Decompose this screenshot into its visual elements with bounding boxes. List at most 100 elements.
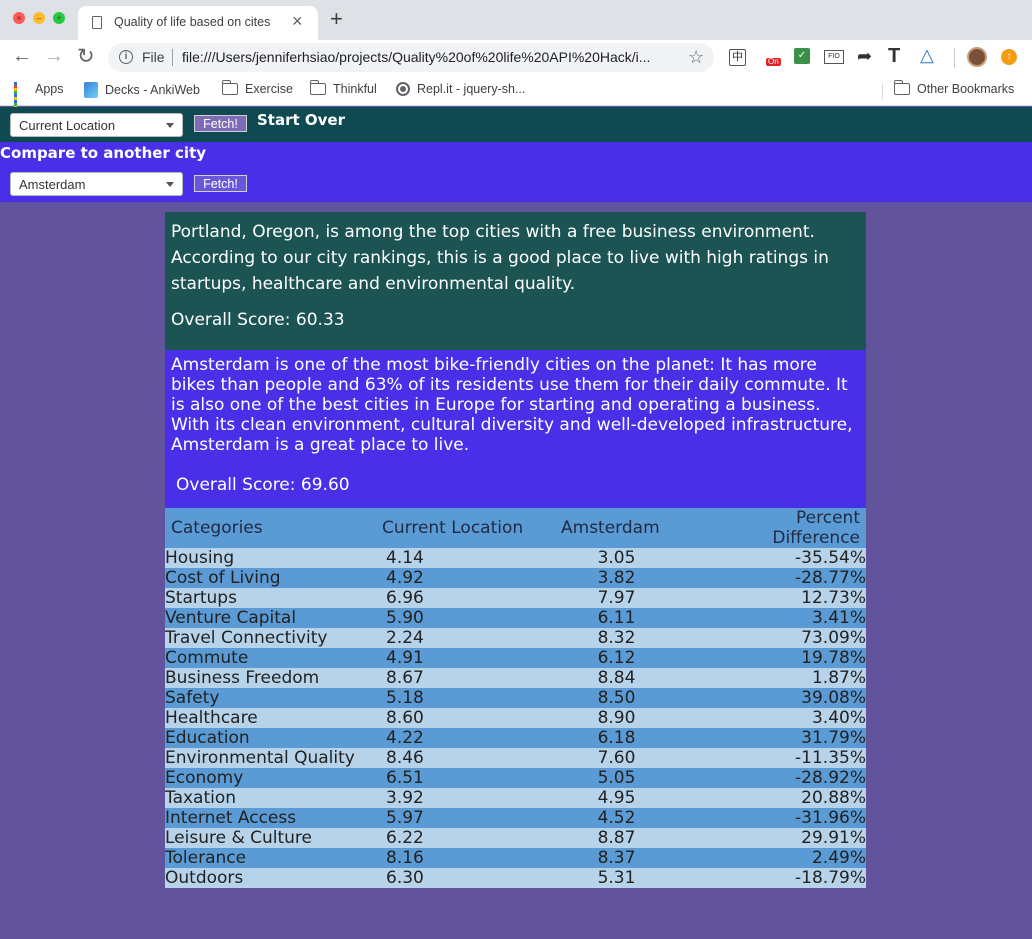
compare-value-cell: 6.11 (557, 608, 702, 628)
start-over-link[interactable]: Start Over (257, 111, 345, 129)
percent-diff-cell: 1.87% (702, 668, 866, 688)
bookmark-label: Exercise (245, 82, 293, 96)
current-value-cell: 4.14 (377, 548, 557, 568)
bookmarks-divider (882, 83, 883, 100)
current-value-cell: 3.92 (377, 788, 557, 808)
fetch-button[interactable]: Fetch! (194, 115, 247, 132)
bookmark-other[interactable]: Other Bookmarks (894, 80, 1014, 96)
current-value-cell: 6.96 (377, 588, 557, 608)
compare-fetch-button[interactable]: Fetch! (194, 175, 247, 192)
compare-select-value: Amsterdam (19, 177, 86, 192)
category-cell: Cost of Living (165, 568, 377, 588)
category-cell: Safety (165, 688, 377, 708)
new-tab-button[interactable]: + (330, 8, 343, 30)
compare-city-card: Amsterdam is one of the most bike-friend… (165, 350, 866, 508)
percent-diff-cell: 19.78% (702, 648, 866, 668)
window-close-button[interactable]: × (13, 12, 25, 24)
compare-city-score: Overall Score: 69.60 (176, 475, 350, 495)
table-row: Education 4.22 6.18 31.79% (165, 728, 866, 748)
toggle-extension-icon[interactable]: On (763, 50, 783, 68)
url-text[interactable]: file:///Users/jenniferhsiao/projects/Qua… (182, 49, 678, 65)
window-maximize-button[interactable]: + (53, 12, 65, 24)
table-row: Cost of Living 4.92 3.82 -28.77% (165, 568, 866, 588)
current-value-cell: 2.24 (377, 628, 557, 648)
browser-toolbar: ← → ↻ i File file:///Users/jenniferhsiao… (0, 40, 1032, 76)
bookmark-exercise[interactable]: Exercise (222, 80, 293, 96)
percent-diff-cell: 12.73% (702, 588, 866, 608)
category-cell: Education (165, 728, 377, 748)
profile-avatar[interactable] (967, 47, 987, 67)
compare-city-summary: Amsterdam is one of the most bike-friend… (171, 355, 853, 455)
current-value-cell: 6.51 (377, 768, 557, 788)
window-minimize-button[interactable]: – (33, 12, 45, 24)
forward-arrow-icon[interactable]: → (44, 46, 64, 66)
replit-icon (396, 82, 410, 96)
info-icon[interactable]: i (119, 50, 133, 64)
table-row: Safety 5.18 8.50 39.08% (165, 688, 866, 708)
table-row: Housing 4.14 3.05 -35.54% (165, 548, 866, 568)
percent-diff-cell: 31.79% (702, 728, 866, 748)
category-cell: Outdoors (165, 868, 377, 888)
table-row: Environmental Quality 8.46 7.60 -11.35% (165, 748, 866, 768)
update-icon[interactable]: ↑ (1001, 49, 1017, 65)
current-value-cell: 8.16 (377, 848, 557, 868)
evernote-extension-icon[interactable]: ✓ (794, 48, 810, 64)
table-row: Healthcare 8.60 8.90 3.40% (165, 708, 866, 728)
table-header-row: Categories Current Location Amsterdam Pe… (165, 508, 866, 548)
percent-diff-cell: 39.08% (702, 688, 866, 708)
current-value-cell: 6.30 (377, 868, 557, 888)
current-value-cell: 8.67 (377, 668, 557, 688)
table-row: Outdoors 6.30 5.31 -18.79% (165, 868, 866, 888)
reload-icon[interactable]: ↻ (77, 46, 95, 67)
category-cell: Business Freedom (165, 668, 377, 688)
percent-diff-cell: -31.96% (702, 808, 866, 828)
tab-close-icon[interactable]: × (292, 12, 303, 30)
bookmark-ankiweb[interactable]: Decks - AnkiWeb (84, 82, 200, 98)
category-cell: Environmental Quality (165, 748, 377, 768)
current-value-cell: 4.92 (377, 568, 557, 588)
compare-label: Compare to another city (0, 144, 207, 162)
city-select[interactable]: Current Location (10, 113, 183, 137)
apps-grid-icon (14, 82, 28, 109)
category-cell: Startups (165, 588, 377, 608)
compare-value-cell: 8.87 (557, 828, 702, 848)
bookmark-apps[interactable]: Apps (14, 82, 64, 109)
toolbar-divider (954, 48, 955, 68)
table-row: Startups 6.96 7.97 12.73% (165, 588, 866, 608)
current-value-cell: 5.90 (377, 608, 557, 628)
bookmark-star-icon[interactable]: ☆ (688, 47, 704, 68)
folder-icon (894, 80, 910, 95)
share-arrow-icon[interactable]: ➦ (857, 47, 872, 65)
bookmark-thinkful[interactable]: Thinkful (310, 80, 377, 96)
category-cell: Venture Capital (165, 608, 377, 628)
bookmark-label: Decks - AnkiWeb (105, 83, 200, 97)
address-bar[interactable]: i File file:///Users/jenniferhsiao/proje… (108, 43, 714, 72)
chevron-down-icon (166, 123, 174, 128)
current-value-cell: 5.97 (377, 808, 557, 828)
tab-strip: × – + Quality of life based on cites × + (0, 0, 1032, 40)
table-row: Tolerance 8.16 8.37 2.49% (165, 848, 866, 868)
compare-value-cell: 4.52 (557, 808, 702, 828)
category-cell: Economy (165, 768, 377, 788)
translate-extension-icon[interactable]: 中 (729, 49, 746, 66)
browser-tab[interactable]: Quality of life based on cites × (78, 6, 318, 40)
text-extension-icon[interactable]: T (888, 46, 900, 66)
compare-value-cell: 7.97 (557, 588, 702, 608)
percent-diff-cell: -18.79% (702, 868, 866, 888)
compare-value-cell: 8.50 (557, 688, 702, 708)
percent-diff-cell: 3.40% (702, 708, 866, 728)
bookmark-replit[interactable]: Repl.it - jquery-sh... (396, 82, 525, 96)
compare-city-select[interactable]: Amsterdam (10, 172, 183, 196)
percent-diff-cell: 73.09% (702, 628, 866, 648)
fio-extension-icon[interactable]: FIO (824, 50, 844, 64)
compare-value-cell: 8.32 (557, 628, 702, 648)
category-cell: Housing (165, 548, 377, 568)
url-separator (172, 49, 173, 66)
triangle-extension-icon[interactable]: △ (920, 46, 934, 64)
bookmark-label: Repl.it - jquery-sh... (417, 82, 526, 96)
compare-value-cell: 3.82 (557, 568, 702, 588)
percent-diff-cell: -11.35% (702, 748, 866, 768)
category-cell: Commute (165, 648, 377, 668)
column-header-compare: Amsterdam (557, 508, 702, 548)
back-arrow-icon[interactable]: ← (12, 46, 32, 66)
